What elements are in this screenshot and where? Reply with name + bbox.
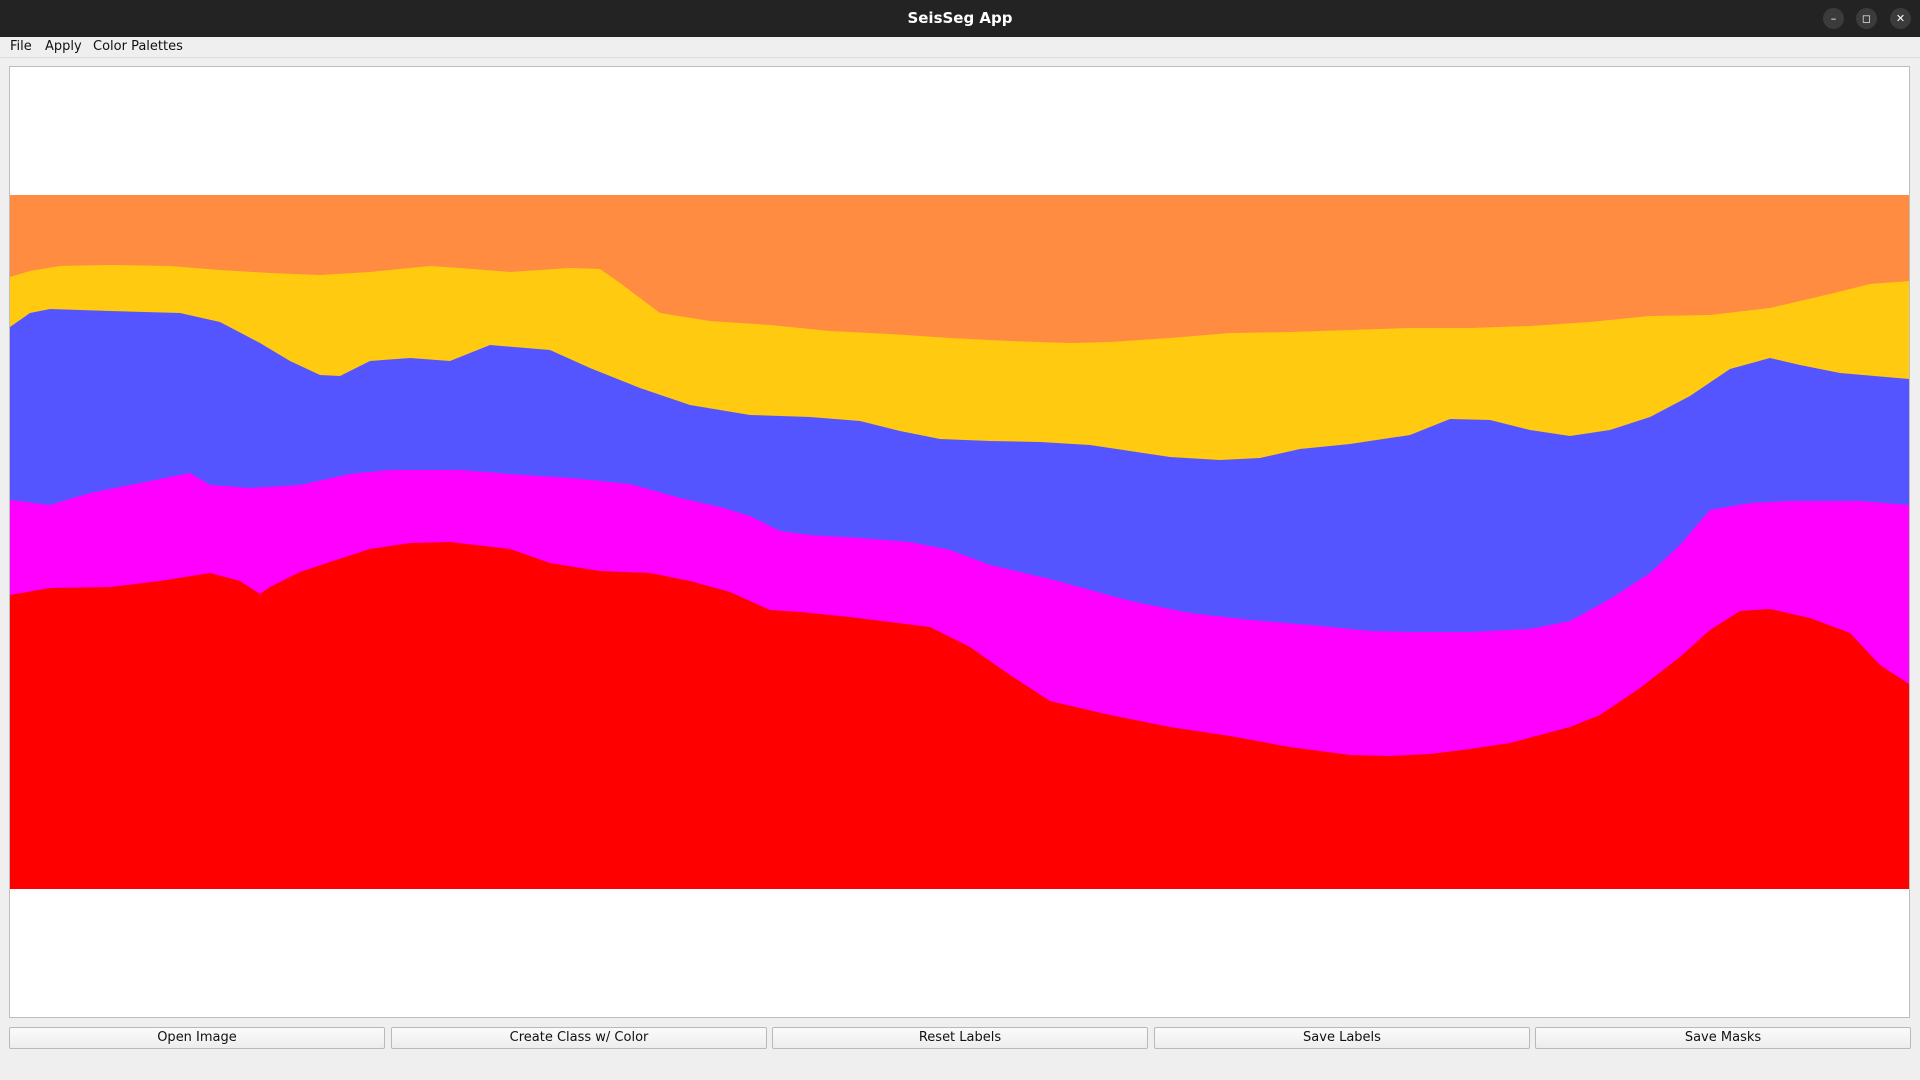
window-title: SeisSeg App (907, 9, 1013, 27)
action-bar: Open Image Create Class w/ Color Reset L… (0, 1024, 1920, 1080)
segmentation-image[interactable] (10, 195, 1909, 889)
menu-file[interactable]: File (10, 37, 32, 57)
menu-bar: File Apply Color Palettes (0, 37, 1920, 58)
minimize-button[interactable]: – (1823, 8, 1844, 29)
open-image-button[interactable]: Open Image (9, 1027, 385, 1049)
save-labels-button[interactable]: Save Labels (1154, 1027, 1530, 1049)
title-bar: SeisSeg App – ◻ ✕ (0, 0, 1920, 37)
menu-color-palettes[interactable]: Color Palettes (93, 37, 183, 57)
menu-apply[interactable]: Apply (45, 37, 82, 57)
create-class-button[interactable]: Create Class w/ Color (391, 1027, 767, 1049)
reset-labels-button[interactable]: Reset Labels (772, 1027, 1148, 1049)
close-button[interactable]: ✕ (1890, 8, 1911, 29)
image-canvas[interactable] (9, 66, 1910, 1018)
maximize-button[interactable]: ◻ (1856, 8, 1877, 29)
save-masks-button[interactable]: Save Masks (1535, 1027, 1911, 1049)
